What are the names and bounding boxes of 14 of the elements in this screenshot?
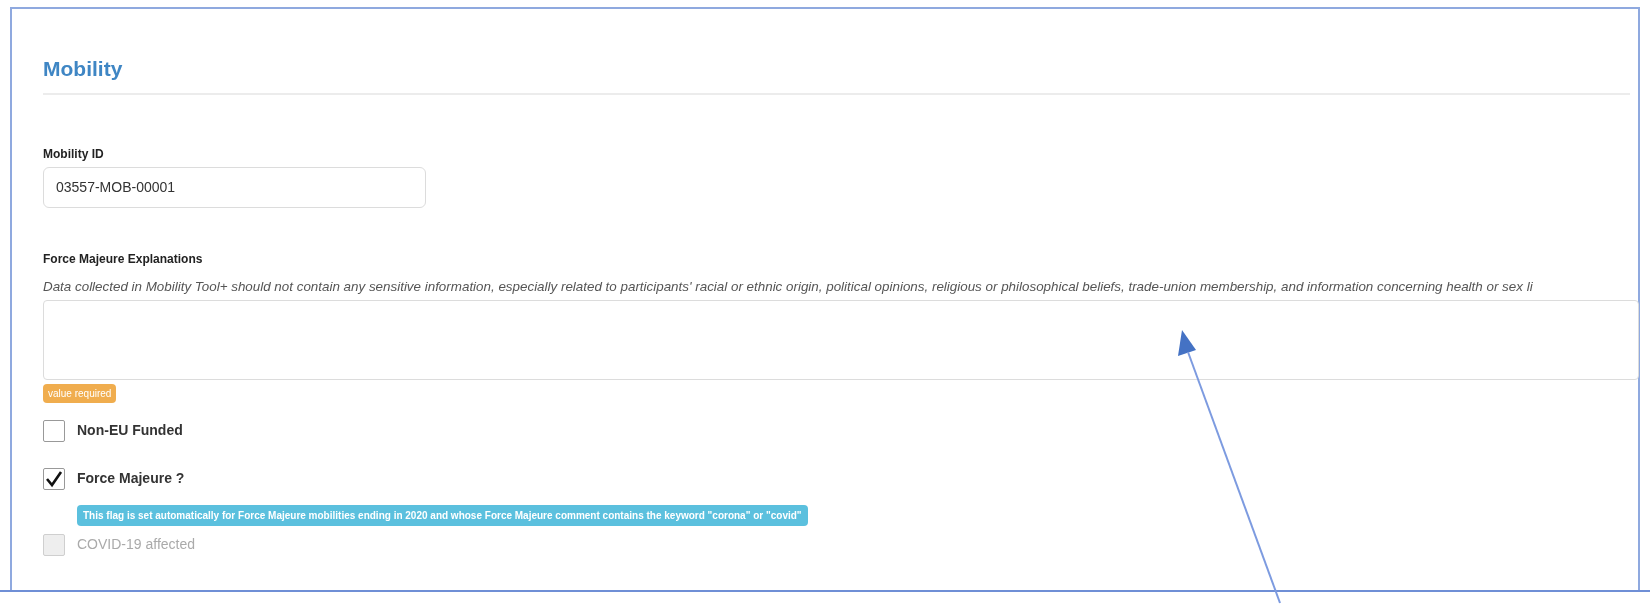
mobility-id-field[interactable]: 03557-MOB-00001: [43, 166, 426, 208]
sensitive-data-note: Data collected in Mobility Tool+ should not contain any sensitive information, especially related to participants' racial or ethnic origin, political opinions, religious or philosophical beliefs, trade-union membership, and information concerning health or sex li: [43, 278, 1533, 294]
checkbox[interactable]: [43, 467, 65, 490]
checkbox-label: Non-EU Funded: [77, 421, 183, 440]
checkbox-label: COVID-19 affected: [77, 535, 196, 554]
required-badge: value required: [43, 383, 117, 403]
info-badge: This flag is set automatically for Force Majeure mobilities ending in 2020 and whose Force Majeure comment contains the keyword "corona" or "covid": [77, 504, 808, 526]
field-label: Mobility ID: [43, 146, 104, 161]
checkbox-label: Force Majeure ?: [77, 469, 185, 488]
section-title: Mobility: [43, 56, 123, 82]
field-label: Force Majeure Explanations: [43, 251, 203, 266]
explanations-field[interactable]: [43, 299, 1639, 380]
checkmark-icon: [45, 469, 63, 488]
checkbox[interactable]: [43, 419, 65, 442]
